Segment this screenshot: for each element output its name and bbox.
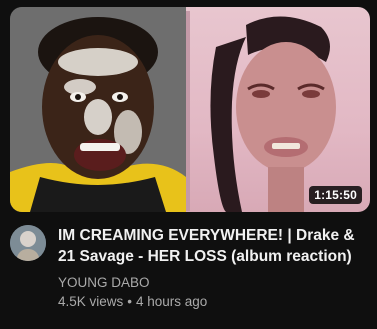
video-card[interactable]: 1:15:50 IM CREAMING EVERYWHERE! | Drake … xyxy=(0,0,377,329)
avatar-image xyxy=(10,225,46,261)
video-metadata: 4.5K views • 4 hours ago xyxy=(58,293,207,311)
video-title[interactable]: IM CREAMING EVERYWHERE! | Drake & 21 Sav… xyxy=(58,225,358,267)
metadata-separator: • xyxy=(127,294,133,309)
channel-name[interactable]: YOUNG DABO xyxy=(58,274,150,292)
reactor-face-image xyxy=(10,7,186,212)
video-duration-badge: 1:15:50 xyxy=(309,186,362,204)
upload-age: 4 hours ago xyxy=(136,294,208,309)
view-count: 4.5K views xyxy=(58,294,124,309)
thumbnail-reactor-face xyxy=(10,7,186,212)
channel-avatar[interactable] xyxy=(10,225,46,261)
thumbnail-album-cover xyxy=(186,7,370,212)
album-cover-edge xyxy=(186,11,190,211)
album-cover-image xyxy=(210,16,336,212)
video-thumbnail[interactable]: 1:15:50 xyxy=(10,7,370,212)
